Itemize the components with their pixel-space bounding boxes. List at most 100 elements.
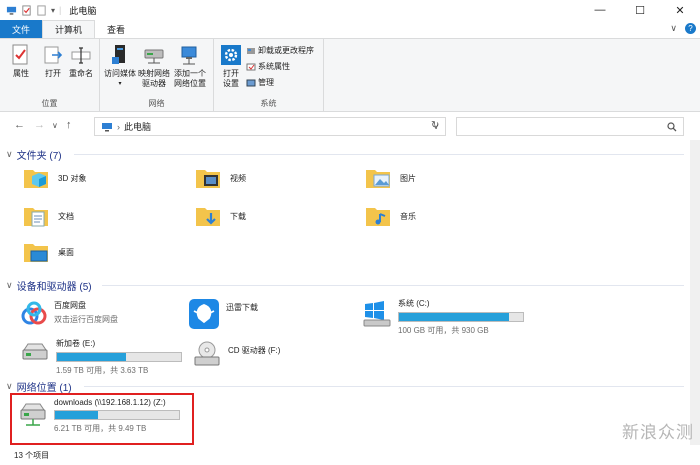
ribbon-group-network: 访问媒体 ▾ 映射网络 驱动器 添加一个 网络位置 网络 <box>100 39 214 112</box>
minimize-button[interactable]: — <box>580 0 620 20</box>
cd-drive-icon <box>194 341 220 366</box>
properties-icon[interactable] <box>21 4 32 16</box>
status-bar: 13 个项目 <box>0 445 700 465</box>
drive-usage-bar <box>398 312 524 322</box>
drive-new-volume-e[interactable]: 新加卷 (E:) 1.59 TB 可用，共 3.63 TB <box>20 338 182 376</box>
open-settings-button[interactable]: 打开 设置 <box>218 43 244 89</box>
vertical-scrollbar[interactable] <box>690 140 700 445</box>
close-button[interactable]: ✕ <box>660 0 700 20</box>
chevron-down-icon: ∨ <box>6 280 13 290</box>
up-button[interactable]: ↑ <box>66 119 72 131</box>
collapse-ribbon-chevron-icon[interactable]: ∨ <box>670 23 677 34</box>
downloads-folder-icon <box>196 208 220 226</box>
section-folders-header[interactable]: ∨ 文件夹 (7) <box>6 147 62 162</box>
manage-button[interactable]: 管理 <box>246 77 274 88</box>
chevron-down-icon: ∨ <box>6 381 13 391</box>
section-divider <box>74 154 684 155</box>
rename-icon <box>71 47 91 64</box>
ribbon-group-label-system: 系统 <box>260 99 277 108</box>
baidu-netdisk-icon <box>21 301 47 325</box>
new-folder-icon[interactable] <box>36 4 47 16</box>
documents-folder-icon <box>24 208 48 227</box>
hard-drive-icon <box>22 343 48 360</box>
device-thunder-download[interactable]: 迅雷下载 <box>188 298 258 330</box>
navigation-bar: ← → ∨ ↑ › 此电脑 ∨ ↻ <box>0 112 700 140</box>
tab-view[interactable]: 查看 <box>95 20 137 38</box>
tab-file[interactable]: 文件 <box>0 20 42 38</box>
folder-music[interactable]: 音乐 <box>364 202 416 230</box>
window-title: 此电脑 <box>69 5 97 16</box>
quick-access-dropdown[interactable]: ▾ <box>51 6 55 15</box>
uninstall-program-button[interactable]: 卸载或更改程序 <box>246 45 314 56</box>
tab-computer[interactable]: 计算机 <box>42 20 96 38</box>
folder-3d-objects[interactable]: 3D 对象 <box>22 164 86 192</box>
computer-icon <box>102 122 112 131</box>
ribbon-group-label-location: 位置 <box>41 99 58 108</box>
recent-locations-dropdown[interactable]: ∨ <box>52 121 58 130</box>
section-devices-header[interactable]: ∨ 设备和驱动器 (5) <box>6 278 92 293</box>
manage-icon <box>246 79 256 86</box>
address-bar[interactable]: › 此电脑 ∨ <box>94 117 446 136</box>
computer-icon <box>6 6 17 15</box>
content-pane: ∨ 文件夹 (7) 3D 对象 视频 图片 文档 下载 音乐 桌面 ∨ 设备和驱… <box>0 140 690 445</box>
desktop-folder-icon <box>24 244 48 262</box>
music-folder-icon <box>366 208 390 226</box>
forward-button[interactable]: → <box>34 119 45 131</box>
address-text[interactable]: 此电脑 <box>124 120 151 133</box>
access-media-button[interactable]: 访问媒体 ▾ <box>104 43 136 89</box>
media-server-icon <box>112 45 125 64</box>
device-name: 迅雷下载 <box>226 303 258 312</box>
map-network-drive-button[interactable]: 映射网络 驱动器 <box>138 43 170 89</box>
search-icon <box>667 122 677 132</box>
open-button[interactable]: 打开 <box>40 43 66 79</box>
open-icon <box>44 46 63 64</box>
folder-downloads[interactable]: 下载 <box>194 202 246 230</box>
ribbon-group-location: 属性 打开 重命名 位置 <box>0 39 100 112</box>
folder-desktop[interactable]: 桌面 <box>22 238 74 266</box>
quick-access-toolbar: ▾ | <box>0 4 62 16</box>
thunder-icon <box>189 299 219 329</box>
system-properties-icon <box>246 63 256 70</box>
item-count: 13 个项目 <box>14 450 50 460</box>
system-properties-button[interactable]: 系统属性 <box>246 61 290 72</box>
ribbon: 属性 打开 重命名 位置 访问媒体 ▾ 映射网络 驱动器 添加一个 网络位置 网… <box>0 38 700 112</box>
device-baidu-netdisk[interactable]: 百度网盘 双击运行百度网盘 <box>20 300 118 328</box>
title-bar: ▾ | 此电脑 — ☐ ✕ <box>0 0 700 20</box>
network-drive-icon <box>144 49 164 64</box>
help-icon[interactable]: ? <box>685 23 696 34</box>
folder-documents[interactable]: 文档 <box>22 202 74 230</box>
properties-button[interactable]: 属性 <box>8 43 34 79</box>
ribbon-right-controls: ∨ ? <box>670 23 696 34</box>
pictures-folder-icon <box>366 170 390 188</box>
folder-pictures[interactable]: 图片 <box>364 164 416 192</box>
watermark-text: 新浪众测 <box>622 423 694 443</box>
drive-usage-fill <box>57 353 127 361</box>
ribbon-tabs: 文件 计算机 查看 ∨ ? <box>0 20 700 38</box>
drive-cd-f[interactable]: CD 驱动器 (F:) <box>192 340 280 368</box>
maximize-button[interactable]: ☐ <box>620 0 660 20</box>
drive-name: CD 驱动器 (F:) <box>228 345 281 355</box>
search-input[interactable] <box>456 117 684 136</box>
folder-videos[interactable]: 视频 <box>194 164 246 192</box>
rename-button[interactable]: 重命名 <box>68 43 94 79</box>
window-controls: — ☐ ✕ <box>580 0 700 20</box>
drive-name: 新加卷 (E:) <box>56 339 96 348</box>
videos-folder-icon <box>196 170 220 188</box>
drive-system-c[interactable]: 系统 (C:) 100 GB 可用，共 930 GB <box>362 298 524 336</box>
device-name: 百度网盘 <box>54 301 86 310</box>
ribbon-group-label-network: 网络 <box>148 99 165 108</box>
drive-capacity-text: 1.59 TB 可用，共 3.63 TB <box>56 366 149 375</box>
section-network-header[interactable]: ∨ 网络位置 (1) <box>6 379 72 394</box>
windows-drive-icon <box>363 301 391 327</box>
device-subtitle: 双击运行百度网盘 <box>54 315 118 324</box>
drive-usage-fill <box>399 313 510 321</box>
address-separator: › <box>117 121 120 132</box>
refresh-button[interactable]: ↻ <box>431 120 439 131</box>
drive-capacity-text: 100 GB 可用，共 930 GB <box>398 326 489 335</box>
title-separator: | <box>59 5 62 15</box>
ribbon-group-system: 打开 设置 卸载或更改程序 系统属性 管理 系统 <box>214 39 324 112</box>
add-network-location-button[interactable]: 添加一个 网络位置 <box>174 43 206 89</box>
properties-check-icon <box>12 44 28 65</box>
back-button[interactable]: ← <box>14 119 25 131</box>
3d-objects-folder-icon <box>24 170 48 188</box>
